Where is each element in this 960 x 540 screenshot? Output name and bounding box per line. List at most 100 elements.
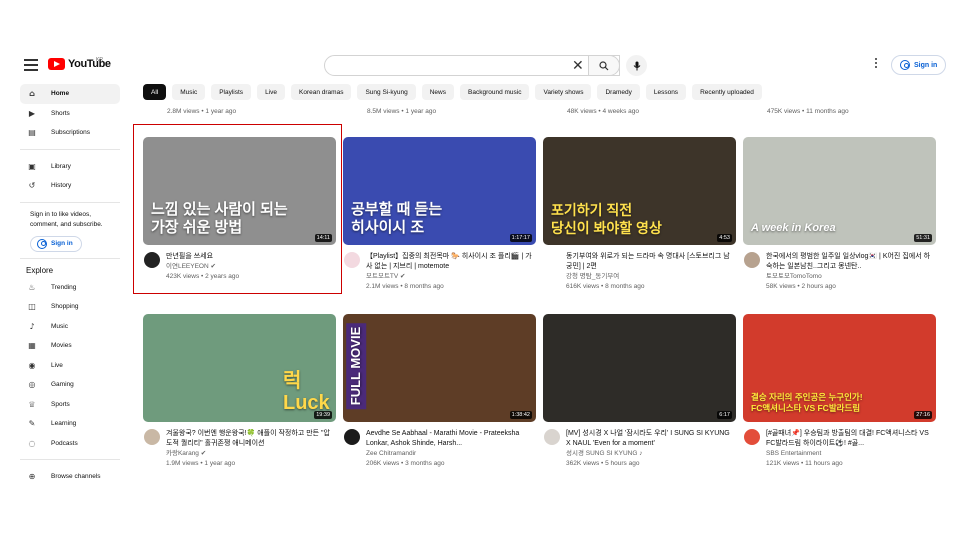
chip-dramedy[interactable]: Dramedy — [597, 84, 640, 100]
mic-icon — [633, 61, 640, 70]
video-thumbnail[interactable]: 결승 자리의 주인공은 누구인가! FC액셔니스타 VS FC발라드림 27:16 — [743, 314, 936, 422]
sidebar-item-library[interactable]: ▣ Library — [20, 157, 120, 177]
video-thumbnail[interactable]: A week in Korea 51:31 — [743, 137, 936, 245]
video-thumbnail[interactable]: 포기하기 직전 당신이 봐야할 영상 4:53 — [543, 137, 736, 245]
channel-avatar[interactable] — [544, 429, 560, 445]
voice-search-button[interactable] — [626, 55, 647, 76]
channel-avatar[interactable] — [144, 429, 160, 445]
logo-text: YouTube — [68, 58, 111, 70]
signin-button[interactable]: Sign in — [891, 55, 947, 75]
thumbnail-caption: A week in Korea — [751, 222, 836, 234]
clear-search-icon[interactable]: ✕ — [572, 58, 584, 72]
channel-name[interactable]: 토모토모TomoTomo — [766, 272, 936, 282]
channel-name[interactable]: 강청 명탐_동기부여 — [566, 272, 736, 282]
video-card[interactable]: FULL MOVIE 1:38:42 Aevdhe Se Aabhaal - Mar… — [343, 314, 536, 469]
filter-chips: All Music Playlists Live Korean dramas Sung S… — [143, 84, 762, 100]
video-duration: 27:16 — [914, 411, 932, 419]
video-card[interactable]: A week in Korea 51:31 한국에서의 평범한 일주일 일상vlog… — [743, 137, 936, 292]
video-thumbnail[interactable]: 공부할 때 듣는 히사이시 조 1:17:17 — [343, 137, 536, 245]
chip-lessons[interactable]: Lessons — [645, 84, 687, 100]
video-card[interactable]: 포기하기 직전 당신이 봐야할 영상 4:53 동기부여와 위로가 되는 드라마 속… — [543, 137, 736, 292]
sidebar-item-trending[interactable]: ♨ Trending — [20, 278, 120, 298]
chip-variety-shows[interactable]: Variety shows — [535, 84, 592, 100]
music-icon: ♪ — [29, 321, 35, 331]
channel-avatar[interactable] — [744, 429, 760, 445]
chip-korean-dramas[interactable]: Korean dramas — [291, 84, 352, 100]
chip-playlists[interactable]: Playlists — [211, 84, 252, 100]
sidebar-item-learning[interactable]: ✎ Learning — [20, 414, 120, 434]
sidebar-item-history[interactable]: ↺ History — [20, 176, 120, 196]
menu-icon[interactable] — [24, 59, 38, 71]
sidebar-item-music[interactable]: ♪ Music — [20, 317, 120, 337]
sidebar-item-sports[interactable]: ♕ Sports — [20, 395, 120, 415]
sidebar-item-live[interactable]: ◉ Live — [20, 356, 120, 376]
search-button[interactable] — [588, 55, 620, 76]
country-code: KR — [96, 57, 103, 63]
channel-name[interactable]: 카랑Karang ✔ — [166, 449, 336, 459]
learning-icon: ✎ — [28, 419, 36, 429]
sidebar-item-shopping[interactable]: ◫ Shopping — [20, 297, 120, 317]
sidebar-item-home[interactable]: ⌂ Home — [20, 84, 120, 104]
channel-name[interactable]: SBS Entertainment — [766, 449, 936, 459]
sidebar-item-label: Learning — [51, 420, 77, 428]
sidebar-item-label: Movies — [51, 342, 72, 350]
gaming-icon: ◎ — [28, 380, 36, 390]
chip-news[interactable]: News — [421, 84, 454, 100]
sidebar-item-label: Shorts — [51, 109, 70, 117]
library-icon: ▣ — [28, 161, 36, 171]
sidebar-item-label: Subscriptions — [51, 129, 91, 137]
video-title[interactable]: 겨울왕국? 이번엔 행운왕국!🍀 애플이 작정하고 만든 "압도적 퀄리티" 홀… — [166, 429, 336, 449]
video-title[interactable]: [#골때녀📌] 우승팀과 방출팀의 대결! FC액셔니스타 VS FC발라드림 … — [766, 429, 936, 449]
channel-name[interactable]: Zee Chitramandir — [366, 449, 536, 459]
explore-heading: Explore — [26, 265, 54, 275]
video-thumbnail[interactable]: FULL MOVIE 1:38:42 — [343, 314, 536, 422]
sidebar: ⌂ Home ▶ Shorts ▤ Subscriptions ▣ Library ↺ Histo… — [20, 84, 120, 487]
video-title[interactable]: Aevdhe Se Aabhaal - Marathi Movie - Prat… — [366, 429, 536, 449]
channel-avatar[interactable] — [744, 252, 760, 268]
video-duration: 6:17 — [717, 411, 732, 419]
sidebar-item-movies[interactable]: ▦ Movies — [20, 336, 120, 356]
thumbnail-caption: FULL MOVIE — [346, 322, 367, 410]
prev-video-stats: 2.8M views • 1 year ago — [167, 108, 237, 115]
thumbnail-caption: 공부할 때 듣는 히사이시 조 — [351, 201, 443, 236]
sidebar-item-podcasts[interactable]: ◌ Podcasts — [20, 434, 120, 454]
video-title[interactable]: 동기부여와 위로가 되는 드라마 속 명대사 [스토브리그 남궁민] | 2편 — [566, 252, 736, 272]
channel-avatar[interactable] — [344, 429, 360, 445]
video-card[interactable]: 6:17 [MV] 성시경 X 나얼 '잠시라도 우리' I SUNG SI KY… — [543, 314, 736, 469]
sidebar-item-subscriptions[interactable]: ▤ Subscriptions — [20, 123, 120, 143]
video-title[interactable]: [MV] 성시경 X 나얼 '잠시라도 우리' I SUNG SI KYUNG … — [566, 429, 736, 449]
video-thumbnail[interactable]: 6:17 — [543, 314, 736, 422]
video-duration: 1:38:42 — [509, 411, 532, 419]
video-card[interactable]: 공부할 때 듣는 히사이시 조 1:17:17 【Playlist】집중의 최전목마… — [343, 137, 536, 292]
sports-icon: ♕ — [28, 399, 36, 409]
sidebar-item-browse-channels[interactable]: ⊕ Browse channels — [20, 467, 120, 487]
chip-sung-si-kyung[interactable]: Sung Si-kyung — [357, 84, 416, 100]
chip-music[interactable]: Music — [172, 84, 206, 100]
chip-live[interactable]: Live — [257, 84, 285, 100]
channel-avatar[interactable] — [544, 252, 560, 268]
video-stats: 616K views • 8 months ago — [566, 283, 645, 290]
sidebar-item-gaming[interactable]: ◎ Gaming — [20, 375, 120, 395]
sidebar-item-label: Music — [51, 322, 68, 330]
channel-name[interactable]: 성시경 SUNG SI KYUNG ♪ — [566, 449, 736, 459]
chip-background-music[interactable]: Background music — [460, 84, 530, 100]
video-title[interactable]: 【Playlist】집중의 최전목마 🐎 히사이시 조 플리🎬 | 가사 없는 … — [366, 252, 536, 272]
chip-recently-uploaded[interactable]: Recently uploaded — [692, 84, 762, 100]
video-card[interactable]: 럭 Luck 19:39 겨울왕국? 이번엔 행운왕국!🍀 애플이 작정하고 만든 … — [143, 314, 336, 469]
sidebar-signin-button[interactable]: Sign in — [30, 235, 82, 252]
video-stats: 121K views • 11 hours ago — [766, 460, 843, 467]
thumbnail-caption: 포기하기 직전 당신이 봐야할 영상 — [551, 202, 662, 236]
video-duration: 19:39 — [314, 411, 332, 419]
chip-all[interactable]: All — [143, 84, 167, 100]
sidebar-item-label: Trending — [51, 283, 77, 291]
sidebar-item-label: Podcasts — [51, 439, 78, 447]
video-card[interactable]: 결승 자리의 주인공은 누구인가! FC액셔니스타 VS FC발라드림 27:16… — [743, 314, 936, 469]
channel-name[interactable]: 모트모트TV ✔ — [366, 272, 536, 282]
channel-avatar[interactable] — [344, 252, 360, 268]
more-options-icon[interactable] — [873, 58, 879, 72]
history-icon: ↺ — [28, 181, 36, 191]
video-thumbnail[interactable]: 럭 Luck 19:39 — [143, 314, 336, 422]
sidebar-item-shorts[interactable]: ▶ Shorts — [20, 104, 120, 124]
video-title[interactable]: 한국에서의 평범한 일주일 일상vlog🇰🇷 | K어진 집에서 하숙하는 일본… — [766, 252, 936, 272]
divider — [20, 257, 120, 259]
